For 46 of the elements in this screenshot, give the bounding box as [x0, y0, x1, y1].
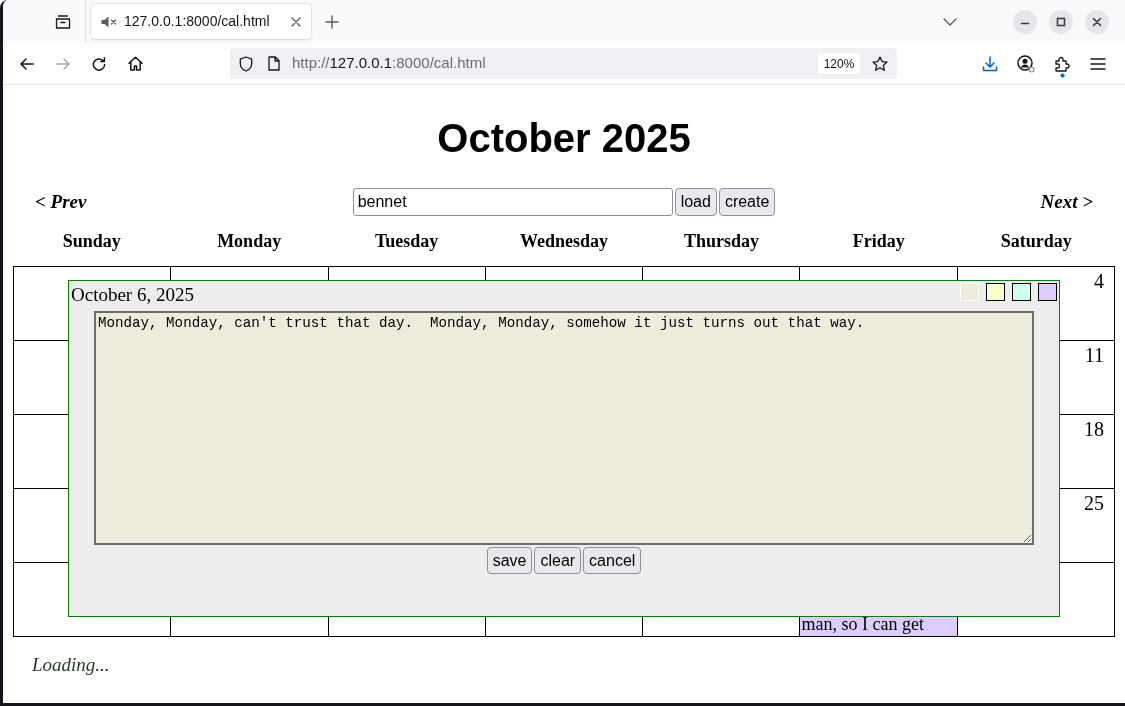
muted-speaker-icon[interactable]	[101, 15, 117, 28]
save-button[interactable]: save	[486, 547, 533, 574]
shield-icon[interactable]	[239, 55, 253, 72]
swatch-icon[interactable]	[1038, 283, 1057, 301]
plus-icon[interactable]	[325, 14, 339, 29]
page-icon	[268, 56, 280, 71]
back-icon[interactable]	[20, 57, 34, 70]
download-icon[interactable]	[982, 55, 998, 72]
cancel-button[interactable]: cancel	[583, 547, 642, 574]
swatch-icon[interactable]	[986, 283, 1005, 301]
next-link[interactable]: Next >	[1040, 190, 1093, 214]
load-button[interactable]: load	[674, 188, 717, 216]
puzzle-icon[interactable]	[1054, 55, 1070, 72]
drawer-icon[interactable]	[55, 14, 71, 29]
account-icon[interactable]	[1017, 54, 1035, 73]
day-number: 25	[1084, 492, 1104, 514]
prev-link[interactable]: < Prev	[35, 190, 87, 214]
day-number: 11	[1084, 344, 1104, 366]
weekday-header: Friday	[852, 230, 905, 252]
url-field[interactable]: http://127.0.0.1:8000/cal.html	[292, 52, 486, 75]
day-number: 4	[1094, 270, 1104, 292]
swatch-icon[interactable]	[1012, 283, 1031, 301]
browser-tab[interactable]: 127.0.0.1:8000/cal.html	[91, 4, 311, 39]
calendar-name-field[interactable]: bennet	[352, 188, 673, 216]
home-icon[interactable]	[127, 56, 143, 71]
weekday-header: Thursday	[683, 230, 759, 252]
weekday-header: Wednesday	[519, 230, 608, 252]
status-text: Loading...	[32, 653, 110, 677]
dialog-title: October 6, 2025	[71, 283, 194, 307]
weekday-header: Monday	[217, 230, 282, 252]
weekday-header: Saturday	[1000, 230, 1072, 252]
maximize-icon[interactable]	[1049, 9, 1073, 34]
close-icon[interactable]	[1085, 9, 1109, 34]
reload-icon[interactable]	[92, 56, 106, 71]
day-number: 18	[1084, 418, 1104, 440]
weekday-header: Sunday	[62, 230, 121, 252]
menu-icon[interactable]	[1090, 57, 1106, 70]
zoom-level-button[interactable]: 120%	[818, 53, 860, 74]
close-icon[interactable]	[291, 16, 301, 27]
chevron-down-icon[interactable]	[943, 17, 957, 26]
weekday-header: Tuesday	[374, 230, 439, 252]
clear-button[interactable]: clear	[534, 547, 582, 574]
create-button[interactable]: create	[718, 188, 776, 216]
star-icon[interactable]	[872, 55, 888, 72]
note-textarea[interactable]: Monday, Monday, can't trust that day. Monday, Monday, somehow it just turns out that way.	[94, 311, 1034, 545]
month-title: October 2025	[436, 115, 692, 162]
